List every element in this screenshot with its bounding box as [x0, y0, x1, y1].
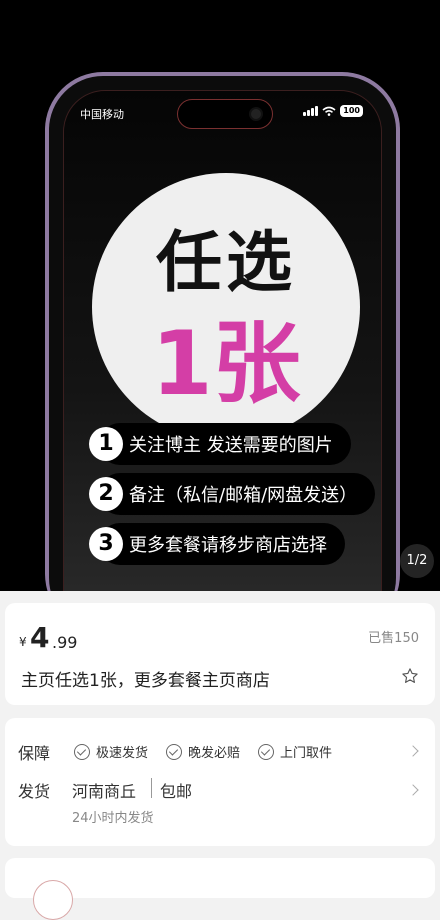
free-shipping: 包邮 [160, 782, 193, 801]
dynamic-island [177, 99, 273, 129]
favorite-star-icon[interactable] [401, 667, 419, 685]
guarantee-item[interactable]: 晚发必赔 [166, 742, 240, 761]
ship-from: 河南商丘 [72, 782, 137, 801]
phone-bezel: 中国移动 100 任选 1张 1 关注博主 发送需要的图片 2 备注（私信/邮箱… [49, 76, 396, 591]
wifi-icon [322, 106, 336, 116]
headline-circle: 任选 1张 [92, 173, 360, 441]
shop-card[interactable] [5, 858, 435, 920]
ship-time: 24小时内发货 [72, 811, 154, 826]
guarantee-item[interactable]: 上门取件 [258, 742, 332, 761]
chevron-right-icon[interactable] [407, 745, 419, 757]
sold-count: 已售150 [368, 631, 419, 646]
service-card: 保障 极速发货 晚发必赔 上门取件 发货 河南商丘 包邮 24小时内发货 [5, 718, 435, 846]
price-integer: 4 [30, 621, 50, 654]
guarantee-text: 上门取件 [280, 746, 333, 761]
step-number: 1 [89, 427, 123, 461]
currency-symbol: ¥ [19, 635, 27, 649]
battery-icon: 100 [340, 105, 363, 117]
guarantee-text: 晚发必赔 [188, 746, 241, 761]
step-pill: 3 更多套餐请移步商店选择 [89, 523, 345, 565]
guarantee-item[interactable]: 极速发货 [74, 742, 148, 761]
step-pill: 2 备注（私信/邮箱/网盘发送） [89, 473, 376, 515]
image-pager: 1/2 [400, 544, 434, 578]
phone-frame: 中国移动 100 任选 1张 1 关注博主 发送需要的图片 2 备注（私信/邮箱… [45, 72, 400, 591]
phone-screen: 中国移动 100 任选 1张 1 关注博主 发送需要的图片 2 备注（私信/邮箱… [63, 90, 382, 591]
carrier-label: 中国移动 [80, 108, 124, 121]
shop-avatar[interactable] [33, 880, 73, 920]
check-circle-icon [258, 743, 274, 760]
divider [151, 778, 152, 798]
check-circle-icon [74, 743, 90, 760]
signal-icon [303, 106, 319, 116]
product-image-carousel[interactable]: 中国移动 100 任选 1张 1 关注博主 发送需要的图片 2 备注（私信/邮箱… [0, 0, 440, 591]
price-decimal: .99 [52, 633, 78, 652]
headline-line2: 1张 [151, 312, 301, 415]
camera-icon [249, 107, 263, 121]
step-text: 备注（私信/邮箱/网盘发送） [129, 485, 358, 506]
step-number: 2 [89, 477, 123, 511]
step-text: 更多套餐请移步商店选择 [129, 535, 327, 556]
guarantee-label: 保障 [18, 744, 51, 763]
step-number: 3 [89, 527, 123, 561]
product-title: 主页任选1张，更多套餐主页商店 [21, 671, 270, 691]
step-text: 关注博主 发送需要的图片 [129, 435, 333, 456]
shipping-label: 发货 [18, 782, 51, 801]
chevron-right-icon[interactable] [407, 784, 419, 796]
guarantee-text: 极速发货 [96, 746, 149, 761]
check-circle-icon [166, 743, 182, 760]
price-card: ¥ 4 .99 已售150 主页任选1张，更多套餐主页商店 [5, 603, 435, 705]
step-pill: 1 关注博主 发送需要的图片 [89, 423, 351, 465]
status-icons: 100 [303, 105, 363, 117]
headline-line1: 任选 [156, 224, 296, 301]
